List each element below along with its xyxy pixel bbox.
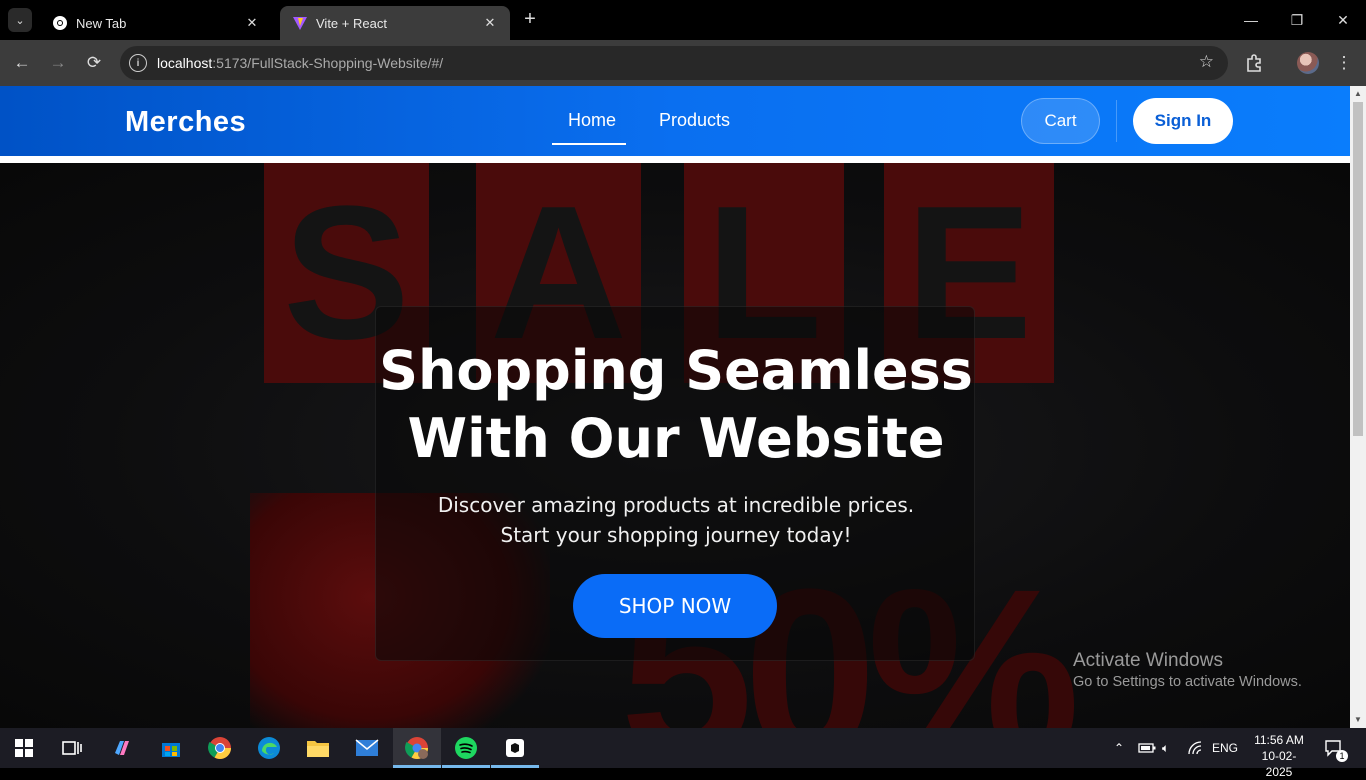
menu-icon[interactable]: ⋮ — [1331, 50, 1357, 76]
close-icon[interactable]: ✕ — [244, 15, 260, 31]
browser-tab-bar: ⌄ New Tab ✕ Vite + React ✕ + — ❐ ✕ — [0, 0, 1366, 40]
url-host: localhost — [157, 55, 213, 71]
close-window-button[interactable]: ✕ — [1320, 0, 1366, 40]
site-navbar: Merches Home Products Cart Sign In — [0, 86, 1350, 156]
scroll-down-arrow[interactable]: ▼ — [1353, 715, 1363, 725]
page-scrollbar[interactable]: ▲ ▼ — [1350, 86, 1366, 728]
active-nav-indicator — [552, 143, 626, 145]
nav-divider — [1116, 100, 1117, 142]
forward-button[interactable]: → — [45, 50, 71, 76]
activate-subtitle: Go to Settings to activate Windows. — [1073, 674, 1302, 690]
clock-time: 11:56 AM — [1254, 733, 1304, 747]
address-bar[interactable]: i localhost:5173/FullStack-Shopping-Webs… — [120, 46, 1228, 80]
nav-home-link[interactable]: Home — [568, 110, 616, 131]
box-app-icon[interactable] — [503, 736, 527, 760]
hero-title-line1: Shopping Seamless — [379, 339, 973, 402]
profile-avatar[interactable] — [1297, 52, 1319, 74]
clock-date: 10-02-2025 — [1261, 749, 1297, 779]
activate-windows-watermark: Activate Windows Go to Settings to activ… — [1073, 650, 1302, 690]
windows-taskbar: ⌃ 🔈︎ ENG 11:56 AM 10-02-2025 1 — [0, 728, 1366, 779]
minimize-button[interactable]: — — [1228, 0, 1274, 40]
file-explorer-icon[interactable] — [306, 736, 330, 760]
scroll-thumb[interactable] — [1353, 102, 1363, 436]
url-path: :5173/FullStack-Shopping-Website/#/ — [212, 55, 444, 71]
hero-subtitle: Discover amazing products at incredible … — [437, 493, 915, 547]
restore-button[interactable]: ❐ — [1274, 0, 1320, 40]
bookmark-star-icon[interactable]: ☆ — [1199, 52, 1214, 72]
battery-icon[interactable] — [1138, 728, 1156, 768]
site-info-icon[interactable]: i — [129, 54, 147, 72]
nav-products-link[interactable]: Products — [659, 110, 730, 131]
edge-icon[interactable] — [257, 736, 281, 760]
copilot-icon[interactable] — [110, 736, 134, 760]
browser-toolbar: ← → ⟳ i localhost:5173/FullStack-Shoppin… — [0, 40, 1366, 86]
activate-title: Activate Windows — [1073, 650, 1223, 671]
cart-button[interactable]: Cart — [1021, 98, 1100, 144]
page-viewport: Merches Home Products Cart Sign In S A L… — [0, 86, 1350, 728]
tab-search-button[interactable]: ⌄ — [8, 8, 32, 32]
reload-button[interactable]: ⟳ — [81, 50, 107, 76]
hero-title: Shopping Seamless With Our Website — [376, 337, 976, 473]
show-hidden-icons[interactable]: ⌃ — [1114, 728, 1124, 768]
spotify-icon[interactable] — [454, 736, 478, 760]
microsoft-store-icon[interactable] — [159, 736, 183, 760]
tab-vite-react[interactable]: Vite + React ✕ — [280, 6, 510, 40]
hero-section: S A L E 50% Shopping Seamless With Our W… — [0, 163, 1350, 728]
task-view-icon[interactable] — [60, 736, 84, 760]
chrome-taskbar-icon[interactable] — [208, 736, 232, 760]
extensions-icon[interactable] — [1241, 50, 1267, 76]
volume-icon[interactable]: 🔈︎ — [1162, 728, 1169, 768]
chrome-icon — [52, 15, 68, 31]
language-indicator[interactable]: ENG — [1212, 728, 1238, 768]
tab-title: New Tab — [76, 15, 127, 31]
site-logo[interactable]: Merches — [125, 106, 246, 139]
mail-icon[interactable] — [355, 736, 379, 760]
vite-icon — [292, 15, 308, 31]
shop-now-button[interactable]: SHOP NOW — [573, 574, 777, 638]
windows-start-icon[interactable] — [12, 736, 36, 760]
system-clock[interactable]: 11:56 AM 10-02-2025 — [1252, 732, 1306, 780]
notification-icon[interactable]: 1 — [1324, 728, 1348, 768]
close-icon[interactable]: ✕ — [482, 15, 498, 31]
new-tab-button[interactable]: + — [518, 8, 542, 32]
notification-count: 1 — [1336, 750, 1348, 762]
wifi-icon[interactable] — [1188, 728, 1204, 768]
chrome-profile-taskbar-icon[interactable] — [405, 736, 429, 760]
tab-title: Vite + React — [316, 15, 387, 31]
hero-card: Shopping Seamless With Our Website Disco… — [375, 306, 975, 661]
scroll-up-arrow[interactable]: ▲ — [1353, 89, 1363, 99]
hero-title-line2: With Our Website — [407, 407, 945, 470]
sign-in-button[interactable]: Sign In — [1133, 98, 1233, 144]
tab-new-tab[interactable]: New Tab ✕ — [40, 6, 272, 40]
nav-bottom-stripe — [0, 156, 1350, 163]
back-button[interactable]: ← — [9, 50, 35, 76]
